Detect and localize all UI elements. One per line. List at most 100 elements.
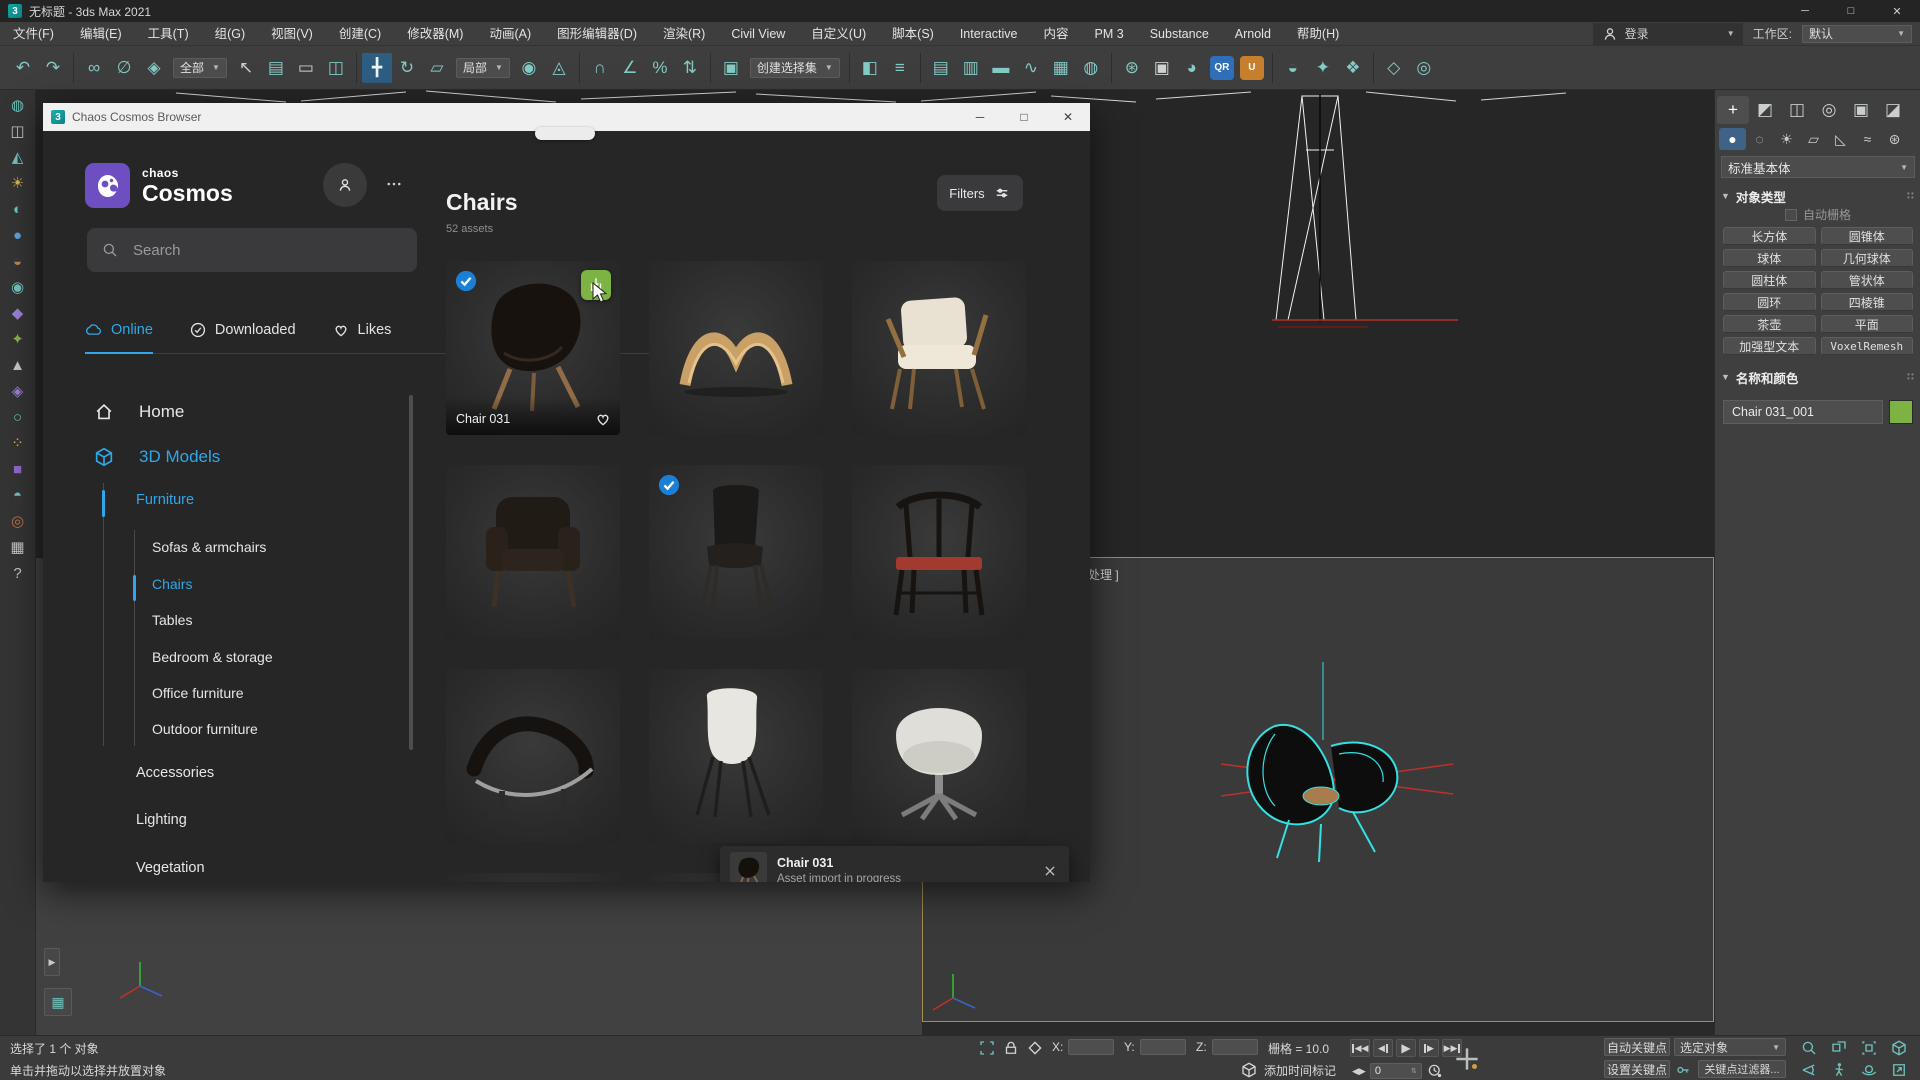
sidebar-item-outdoor-furniture[interactable]: Outdoor furniture [152, 721, 258, 737]
grid-tool-icon[interactable]: ▦ [10, 540, 24, 555]
menu-item-12[interactable]: 脚本(S) [879, 22, 947, 46]
subtab-helpers[interactable]: ◺ [1827, 128, 1854, 150]
select-and-manipulate-icon[interactable]: ◬ [544, 53, 574, 83]
cone-icon[interactable]: ▲ [10, 358, 25, 373]
misc-tool-icon[interactable]: ◎ [1409, 53, 1439, 83]
cosmos-close-button[interactable]: ✕ [1046, 103, 1090, 131]
set-key-button[interactable]: 设置关键点 [1604, 1060, 1670, 1078]
zoom-extents-icon[interactable] [1860, 1039, 1878, 1057]
dots-icon[interactable]: ⁘ [11, 436, 24, 451]
select-and-move-icon[interactable]: ╋ [362, 53, 392, 83]
account-avatar[interactable] [323, 163, 367, 207]
select-and-scale-icon[interactable]: ▱ [422, 53, 452, 83]
time-configuration-icon[interactable] [1426, 1062, 1444, 1080]
object-name-field[interactable]: Chair 031_001 [1723, 400, 1883, 424]
z-coordinate-field[interactable] [1212, 1039, 1258, 1055]
curve-editor-icon[interactable]: ∿ [1016, 53, 1046, 83]
sidebar-item-chairs[interactable]: Chairs [152, 576, 192, 592]
slate-material-editor-icon[interactable]: ◍ [1076, 53, 1106, 83]
edit-named-selection-sets-icon[interactable]: ▣ [716, 53, 746, 83]
tab-hierarchy[interactable]: ◫ [1781, 96, 1813, 124]
sidebar-item-office-furniture[interactable]: Office furniture [152, 685, 244, 701]
unlink-selection-icon[interactable]: ∅ [109, 53, 139, 83]
x-coordinate-field[interactable] [1068, 1039, 1114, 1055]
percent-snap-toggle-icon[interactable]: % [645, 53, 675, 83]
sidebar-item-accessories[interactable]: Accessories [136, 765, 214, 781]
asset-card[interactable] [852, 465, 1026, 639]
select-object-icon[interactable]: ↖ [231, 53, 261, 83]
create-button-9[interactable]: 平面 [1821, 315, 1914, 333]
select-by-name-icon[interactable]: ▤ [261, 53, 291, 83]
asset-card[interactable] [852, 669, 1026, 843]
cosmos-maximize-button[interactable]: □ [1002, 103, 1046, 131]
geometry-category-dropdown[interactable]: 标准基本体 ▼ [1721, 156, 1915, 178]
reference-coordinate-system-dropdown[interactable]: 局部▼ [456, 58, 510, 78]
tab-create[interactable]: + [1717, 96, 1749, 124]
menu-item-9[interactable]: 渲染(R) [650, 22, 718, 46]
half-sphere-icon[interactable]: ◐ [13, 202, 22, 217]
cosmos-minimize-button[interactable]: ─ [958, 103, 1002, 131]
viewport-label[interactable]: 处理 ] [1088, 566, 1119, 583]
create-button-2[interactable]: 球体 [1723, 249, 1816, 267]
menu-item-18[interactable]: 帮助(H) [1284, 22, 1352, 46]
diamond-icon[interactable]: ◆ [12, 306, 24, 321]
menu-item-13[interactable]: Interactive [947, 22, 1031, 46]
qr-login-icon[interactable]: QR [1210, 56, 1234, 80]
menu-item-0[interactable]: 文件(F) [0, 22, 67, 46]
set-keys-icon[interactable] [1674, 1061, 1692, 1079]
menu-item-5[interactable]: 创建(C) [326, 22, 394, 46]
autogrid-checkbox[interactable]: 自动栅格 [1715, 206, 1920, 223]
add-time-tag[interactable]: 添加时间标记 [1264, 1062, 1336, 1079]
viewport-layout-tabs-button[interactable]: ▦ [44, 988, 72, 1016]
object-paint-icon[interactable]: ◍ [11, 98, 24, 113]
object-color-swatch[interactable] [1889, 400, 1913, 424]
toggle-ribbon-icon[interactable]: ▬ [986, 53, 1016, 83]
vehicle-icon[interactable]: ◭ [12, 150, 24, 165]
cube-tool-icon[interactable]: ■ [13, 462, 22, 477]
create-button-8[interactable]: 茶壶 [1723, 315, 1816, 333]
scene-converter-icon[interactable]: ❖ [1338, 53, 1368, 83]
create-button-11[interactable]: VoxelRemesh [1821, 337, 1914, 355]
usd-icon[interactable]: U [1240, 56, 1264, 80]
rollout-name-color[interactable]: ▼ 名称和颜色 ∷ [1715, 367, 1920, 387]
tab-display[interactable]: ▣ [1845, 96, 1877, 124]
menu-item-7[interactable]: 动画(A) [476, 22, 544, 46]
menu-item-2[interactable]: 工具(T) [135, 22, 202, 46]
angle-snap-toggle-icon[interactable]: ∠ [615, 53, 645, 83]
tab-likes[interactable]: Likes [332, 321, 392, 353]
y-coordinate-field[interactable] [1140, 1039, 1186, 1055]
chaos-cosmos-browser-icon[interactable]: ◒ [1278, 53, 1308, 83]
menu-item-14[interactable]: 内容 [1031, 22, 1082, 46]
spinner-snap-toggle-icon[interactable]: ⇅ [675, 53, 705, 83]
create-button-6[interactable]: 圆环 [1723, 293, 1816, 311]
toast-close-icon[interactable] [1041, 862, 1059, 880]
orbit-icon[interactable] [1860, 1061, 1878, 1079]
plant-icon[interactable]: ✦ [11, 332, 24, 347]
menu-item-8[interactable]: 图形编辑器(D) [544, 22, 650, 46]
create-button-3[interactable]: 几何球体 [1821, 249, 1914, 267]
sidebar-item-home[interactable]: Home [93, 401, 184, 423]
field-of-view-icon[interactable] [1800, 1061, 1818, 1079]
selection-region-icon[interactable] [978, 1039, 996, 1057]
asset-card[interactable] [852, 261, 1026, 435]
key-mode-toggle-icon[interactable]: ◀▶ [1352, 1066, 1366, 1077]
snaps-toggle-icon[interactable]: ∩ [585, 53, 615, 83]
render-production-icon[interactable]: ◕ [1177, 53, 1207, 83]
asset-card[interactable] [649, 261, 823, 435]
subtab-space-warps[interactable]: ≈ [1854, 128, 1881, 150]
sidebar-scrollbar[interactable] [409, 395, 413, 750]
box-primitive-icon[interactable]: ◫ [10, 124, 24, 139]
asset-card[interactable] [446, 873, 620, 882]
login-dropdown[interactable]: 登录 ▼ [1593, 23, 1743, 45]
maximize-button[interactable]: □ [1828, 0, 1874, 22]
pottery-icon[interactable]: ◒ [13, 254, 22, 269]
toggle-scene-explorer-icon[interactable]: ▤ [926, 53, 956, 83]
play-button[interactable]: ▶ [1396, 1039, 1416, 1057]
align-icon[interactable]: ≡ [885, 53, 915, 83]
create-button-5[interactable]: 管状体 [1821, 271, 1914, 289]
keyboard-shortcut-override-icon[interactable] [1452, 1044, 1482, 1074]
gem-icon[interactable]: ◈ [12, 384, 24, 399]
bind-to-space-warp-icon[interactable]: ◈ [139, 53, 169, 83]
undo-icon[interactable]: ↶ [8, 53, 38, 83]
menu-item-4[interactable]: 视图(V) [258, 22, 326, 46]
